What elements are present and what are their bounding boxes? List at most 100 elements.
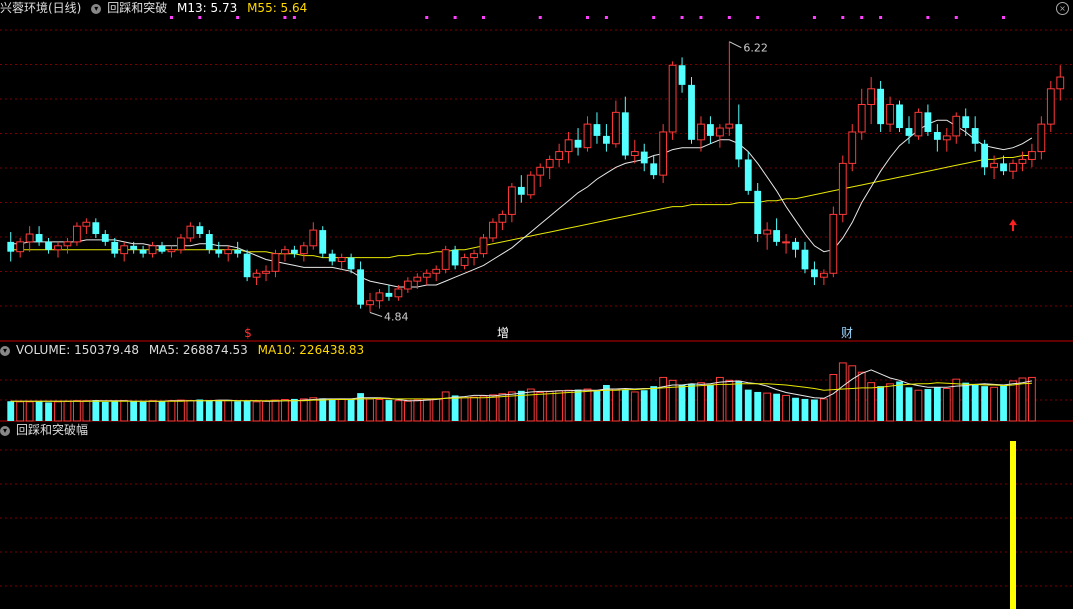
volume-bar-up xyxy=(479,395,488,422)
volume-bar-up xyxy=(73,400,81,422)
volume-bar-up xyxy=(782,394,790,422)
breakout-signal-bar xyxy=(1009,441,1016,609)
volume-bar-up xyxy=(763,392,772,422)
candle-body-down xyxy=(811,269,818,278)
candle-body-down xyxy=(933,131,941,140)
candle-body-down xyxy=(773,230,781,242)
candle-body-down xyxy=(792,241,799,250)
candle-body-up xyxy=(299,245,308,255)
volume-bar-down xyxy=(139,401,147,421)
volume-bar-down xyxy=(205,400,213,421)
candle-body-down xyxy=(243,253,251,278)
volume-bar-up xyxy=(337,398,346,422)
candle-body-up xyxy=(337,257,346,263)
volume-bar-up xyxy=(867,382,876,422)
signal-dot xyxy=(538,16,542,19)
stock-chart[interactable]: 6.22 4.84 $ 增 财 xyxy=(0,0,1073,609)
signal-dot xyxy=(169,16,173,19)
candle-body-down xyxy=(111,241,119,254)
signal-dot xyxy=(954,16,958,19)
candle-body-up xyxy=(526,174,535,196)
signal-dot xyxy=(1002,16,1006,19)
volume-bar-up xyxy=(526,388,535,422)
candle-body-down xyxy=(593,124,601,136)
candle-body-down xyxy=(971,128,979,144)
candle-body-up xyxy=(177,237,185,251)
candle-body-up xyxy=(990,162,998,168)
candle-body-up xyxy=(16,241,25,253)
volume-bar-up xyxy=(942,387,951,422)
candle-body-down xyxy=(735,124,743,160)
volume-bar-up xyxy=(498,393,507,422)
signal-dot xyxy=(879,16,883,19)
candle-body-down xyxy=(215,249,223,254)
volume-bar-up xyxy=(886,383,894,422)
candle-body-up xyxy=(479,237,488,255)
event-marker: $ xyxy=(244,326,252,340)
volume-bar-up xyxy=(281,399,289,422)
candle-body-up xyxy=(167,249,176,253)
candle-body-down xyxy=(962,116,970,129)
candle-body-up xyxy=(782,241,790,244)
volume-bar-down xyxy=(688,383,695,421)
volume-bar-down xyxy=(792,397,799,421)
signal-dot xyxy=(860,16,864,19)
high-price-label: 6.22 xyxy=(743,42,768,55)
volume-bar-up xyxy=(489,394,497,422)
candle-body-up xyxy=(54,245,62,251)
volume-bar-up xyxy=(611,388,620,422)
candle-body-up xyxy=(470,253,478,259)
candle-body-down xyxy=(896,104,903,129)
volume-bar-down xyxy=(357,393,364,421)
signal-dot xyxy=(586,16,590,19)
signal-dot xyxy=(727,16,731,19)
candle-body-down xyxy=(357,269,364,305)
volume-bar-up xyxy=(470,396,478,422)
signal-dot xyxy=(652,16,656,19)
signal-dot xyxy=(481,16,485,19)
volume-bar-up xyxy=(659,376,668,422)
volume-bar-up xyxy=(952,378,961,422)
candle-body-up xyxy=(611,111,620,145)
volume-bar-up xyxy=(148,400,157,422)
event-marker: 财 xyxy=(841,326,853,340)
candle-body-up xyxy=(25,233,34,243)
candle-body-down xyxy=(801,249,809,270)
candle-body-down xyxy=(678,65,686,85)
candle-body-up xyxy=(224,249,233,255)
signal-dot xyxy=(812,16,816,19)
volume-bar-up xyxy=(271,399,280,422)
volume-bar-down xyxy=(196,399,204,421)
candle-body-up xyxy=(763,229,772,235)
volume-bar-down xyxy=(678,384,686,421)
volume-bar-up xyxy=(394,400,403,422)
candle-body-down xyxy=(451,249,459,266)
volume-bar-down xyxy=(593,390,601,421)
volume-bar-down xyxy=(215,400,223,421)
candle-body-down xyxy=(981,143,989,168)
candle-body-down xyxy=(621,112,629,156)
volume-bar-down xyxy=(243,400,251,421)
signal-dot xyxy=(425,16,429,19)
candle-body-up xyxy=(1056,76,1065,90)
volume-bar-down xyxy=(811,399,818,421)
candle-body-up xyxy=(536,166,545,176)
candle-body-down xyxy=(7,241,15,252)
ma55-line xyxy=(10,155,1032,259)
volume-bar-down xyxy=(234,401,242,421)
candle-body-up xyxy=(1009,162,1017,172)
volume-bar-up xyxy=(403,400,412,422)
volume-bar-up xyxy=(366,398,374,422)
volume-bar-down xyxy=(877,386,885,421)
candle-body-down xyxy=(196,226,204,235)
candle-body-up xyxy=(460,257,469,266)
signal-dot xyxy=(236,16,240,19)
volume-bar-down xyxy=(971,384,979,421)
volume-bar-down xyxy=(101,401,109,421)
volume-bar-down xyxy=(290,398,298,421)
candle-body-up xyxy=(952,115,961,137)
event-marker: 增 xyxy=(497,326,509,340)
volume-bar-up xyxy=(668,379,677,422)
volume-bar-down xyxy=(7,401,15,421)
volume-bar-down xyxy=(621,389,629,421)
